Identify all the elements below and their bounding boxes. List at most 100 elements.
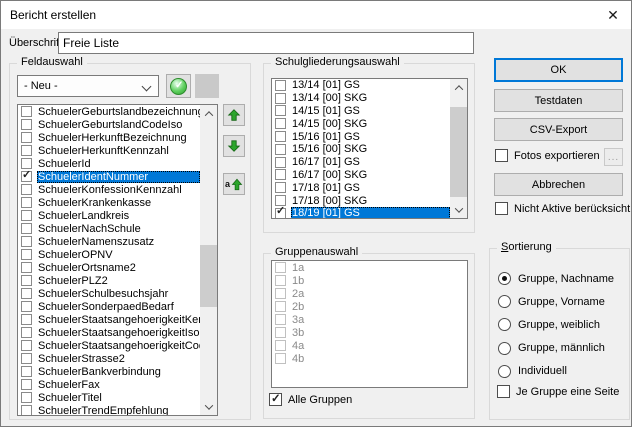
scroll-up-icon[interactable]	[450, 79, 467, 96]
schulgliederung-list[interactable]: 13/14 [01] GS 13/14 [00] SKG 14/15 [01] …	[271, 78, 468, 219]
move-down-button[interactable]	[223, 135, 245, 157]
sort-option[interactable]: Individuell	[498, 360, 614, 383]
checkbox-icon[interactable]	[495, 149, 508, 162]
field-list-item[interactable]: SchuelerTrendEmpfehlung	[18, 404, 200, 415]
checkbox-icon[interactable]	[21, 301, 32, 312]
scrollbar-thumb[interactable]	[200, 245, 217, 307]
checkbox-icon[interactable]	[21, 132, 32, 143]
field-list-item[interactable]: SchuelerGeburtslandCodeIso	[18, 118, 200, 131]
checkbox-icon[interactable]	[21, 236, 32, 247]
checkbox-icon[interactable]	[21, 197, 32, 208]
checkbox-icon[interactable]	[21, 249, 32, 260]
checkbox-icon[interactable]	[275, 80, 286, 91]
checkbox-icon[interactable]	[275, 131, 286, 142]
field-list-item[interactable]: SchuelerIdentNummer	[18, 170, 200, 183]
preset-dropdown[interactable]: - Neu -	[17, 75, 159, 97]
schulgliederung-item[interactable]: 13/14 [00] SKG	[272, 92, 450, 105]
field-list-item[interactable]: SchuelerStaatsangehoerigkeitIso	[18, 326, 200, 339]
checkbox-icon[interactable]	[269, 393, 282, 406]
sort-option[interactable]: Gruppe, männlich	[498, 337, 614, 360]
checkbox-icon[interactable]	[21, 106, 32, 117]
scroll-down-icon[interactable]	[200, 398, 217, 415]
checkbox-icon[interactable]	[21, 119, 32, 130]
gruppen-list[interactable]: 1a 1b 2a 2b 3a 3b 4a	[271, 260, 468, 388]
radio-icon[interactable]	[498, 365, 511, 378]
field-list-item[interactable]: SchuelerPLZ2	[18, 274, 200, 287]
move-up-button[interactable]	[223, 104, 245, 126]
checkbox-icon[interactable]	[21, 158, 32, 169]
sort-option[interactable]: Gruppe, Nachname	[498, 267, 614, 290]
checkbox-icon[interactable]	[21, 288, 32, 299]
alle-gruppen-checkbox[interactable]: Alle Gruppen	[269, 393, 352, 406]
csv-export-button[interactable]: CSV-Export	[494, 118, 623, 141]
schulgliederung-item[interactable]: 17/18 [00] SKG	[272, 194, 450, 207]
field-list-item[interactable]: SchuelerHerkunftKennzahl	[18, 144, 200, 157]
nicht-aktive-checkbox[interactable]: Nicht Aktive berücksicht.	[495, 202, 632, 215]
field-list-scrollbar[interactable]	[200, 105, 217, 415]
sort-option[interactable]: Gruppe, weiblich	[498, 313, 614, 336]
schulgliederung-scrollbar[interactable]	[450, 79, 467, 218]
field-list-item[interactable]: SchuelerBankverbindung	[18, 365, 200, 378]
field-list-item[interactable]: SchuelerKonfessionKennzahl	[18, 183, 200, 196]
checkbox-icon[interactable]	[21, 366, 32, 377]
checkbox-icon[interactable]	[275, 118, 286, 129]
field-list-item[interactable]: SchuelerId	[18, 157, 200, 170]
checkbox-icon[interactable]	[275, 105, 286, 116]
checkbox-icon[interactable]	[21, 184, 32, 195]
testdaten-button[interactable]: Testdaten	[494, 89, 623, 112]
field-list-item[interactable]: SchuelerOPNV	[18, 248, 200, 261]
checkbox-icon[interactable]	[21, 210, 32, 221]
close-icon[interactable]: ✕	[603, 6, 623, 25]
radio-icon[interactable]	[498, 272, 511, 285]
title-bar[interactable]: Bericht erstellen ✕	[1, 1, 631, 29]
scroll-down-icon[interactable]	[450, 201, 467, 218]
checkbox-icon[interactable]	[21, 340, 32, 351]
schulgliederung-item[interactable]: 14/15 [00] SKG	[272, 117, 450, 130]
field-list-item[interactable]: SchuelerStrasse2	[18, 352, 200, 365]
ok-button[interactable]: OK	[494, 58, 623, 82]
checkbox-icon[interactable]	[275, 182, 286, 193]
radio-icon[interactable]	[498, 342, 511, 355]
field-list-item[interactable]: SchuelerGeburtslandbezeichnungIso	[18, 105, 200, 118]
schulgliederung-item[interactable]: 17/18 [01] GS	[272, 181, 450, 194]
checkbox-icon[interactable]	[21, 145, 32, 156]
checkbox-icon[interactable]	[275, 208, 286, 218]
scrollbar-thumb[interactable]	[450, 107, 467, 197]
schulgliederung-item[interactable]: 15/16 [01] GS	[272, 130, 450, 143]
checkbox-icon[interactable]	[495, 202, 508, 215]
checkbox-icon[interactable]	[275, 93, 286, 104]
checkbox-icon[interactable]	[21, 353, 32, 364]
field-list-item[interactable]: SchuelerStaatsangehoerigkeitKennzahl	[18, 313, 200, 326]
checkbox-icon[interactable]	[497, 385, 510, 398]
field-list-item[interactable]: SchuelerNamenszusatz	[18, 235, 200, 248]
field-list-item[interactable]: SchuelerFax	[18, 378, 200, 391]
checkbox-icon[interactable]	[21, 379, 32, 390]
field-list-item[interactable]: SchuelerSonderpaedBedarf	[18, 300, 200, 313]
schulgliederung-item[interactable]: 14/15 [01] GS	[272, 105, 450, 118]
schulgliederung-item[interactable]: 13/14 [01] GS	[272, 79, 450, 92]
checkbox-icon[interactable]	[21, 223, 32, 234]
field-list-item[interactable]: SchuelerStaatsangehoerigkeitCodeIso	[18, 339, 200, 352]
checkbox-icon[interactable]	[275, 157, 286, 168]
scroll-up-icon[interactable]	[200, 105, 217, 122]
fotos-exportieren-checkbox[interactable]: Fotos exportieren	[495, 149, 600, 162]
browse-button[interactable]: ...	[604, 148, 623, 166]
field-list-item[interactable]: SchuelerTitel	[18, 391, 200, 404]
schulgliederung-item[interactable]: 18/19 [01] GS	[272, 207, 450, 218]
field-list[interactable]: SchuelerGeburtslandbezeichnungIso Schuel…	[17, 104, 218, 416]
field-list-item[interactable]: SchuelerHerkunftBezeichnung	[18, 131, 200, 144]
blank-button[interactable]	[195, 74, 219, 98]
apply-preset-button[interactable]	[166, 74, 191, 98]
checkbox-icon[interactable]	[21, 171, 32, 182]
schulgliederung-item[interactable]: 15/16 [00] SKG	[272, 143, 450, 156]
je-gruppe-checkbox[interactable]: Je Gruppe eine Seite	[497, 385, 619, 398]
abbrechen-button[interactable]: Abbrechen	[494, 173, 623, 196]
checkbox-icon[interactable]	[21, 262, 32, 273]
checkbox-icon[interactable]	[275, 144, 286, 155]
radio-icon[interactable]	[498, 318, 511, 331]
field-list-item[interactable]: SchuelerOrtsname2	[18, 261, 200, 274]
radio-icon[interactable]	[498, 295, 511, 308]
sort-option[interactable]: Gruppe, Vorname	[498, 290, 614, 313]
field-list-item[interactable]: SchuelerLandkreis	[18, 209, 200, 222]
ueberschrift-input[interactable]	[58, 32, 474, 54]
